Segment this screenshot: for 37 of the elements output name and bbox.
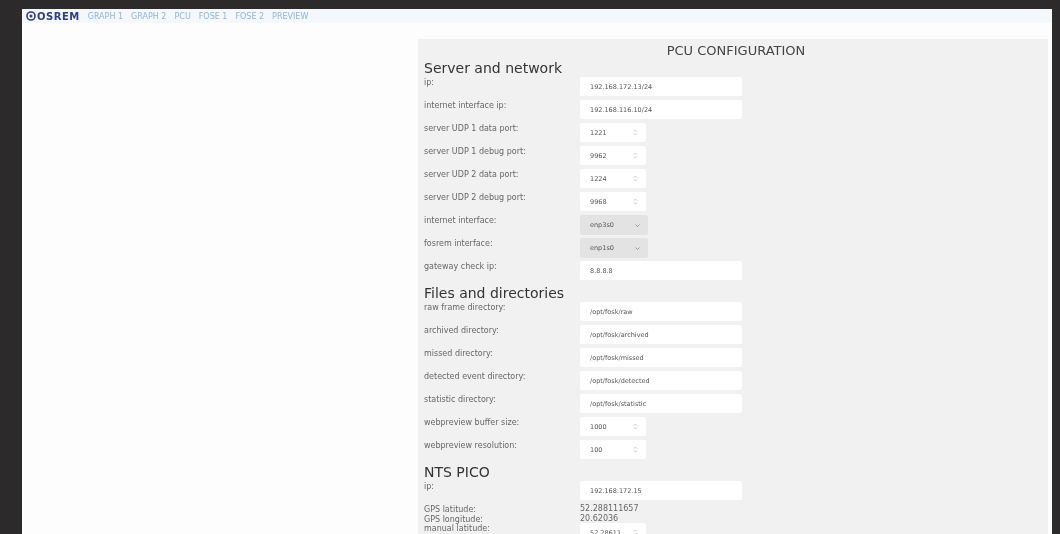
spinner-icon[interactable] bbox=[633, 152, 638, 159]
spinner-icon[interactable] bbox=[633, 198, 638, 205]
logo-icon bbox=[26, 11, 36, 21]
spinner-icon[interactable] bbox=[633, 175, 638, 182]
field-label: server UDP 1 debug port: bbox=[424, 146, 527, 156]
page-title: PCU CONFIGURATION bbox=[665, 42, 807, 59]
field-label: GPS latitude: bbox=[424, 504, 478, 514]
section-heading: NTS PICO bbox=[424, 463, 491, 481]
section-heading: Files and directories bbox=[424, 284, 566, 302]
field-label: webpreview buffer size: bbox=[424, 417, 521, 427]
caret-icon bbox=[635, 223, 640, 227]
section-heading: Server and network bbox=[424, 59, 563, 77]
field-label: webpreview resolution: bbox=[424, 440, 519, 450]
field-label: internet interface: bbox=[424, 215, 498, 225]
field-label: archived directory: bbox=[424, 325, 500, 335]
field-label: fosrem interface: bbox=[424, 238, 494, 248]
field-label: manual latitude: bbox=[424, 523, 491, 533]
caret-icon bbox=[635, 246, 640, 250]
spinner-icon[interactable] bbox=[633, 423, 638, 430]
spinner-icon[interactable] bbox=[633, 129, 638, 136]
field-label: server UDP 1 data port: bbox=[424, 123, 520, 133]
field-label: gateway check ip: bbox=[424, 261, 498, 271]
field-label: server UDP 2 data port: bbox=[424, 169, 520, 179]
field-label: statistic directory: bbox=[424, 394, 497, 404]
field-label: GPS longitude: bbox=[424, 513, 484, 524]
field-label: server UDP 2 debug port: bbox=[424, 192, 527, 202]
field-label: ip: bbox=[424, 481, 435, 491]
field-value: 20.62036 bbox=[580, 513, 620, 523]
field-label: detected event directory: bbox=[424, 371, 527, 381]
spinner-icon[interactable] bbox=[633, 529, 638, 534]
field-value: 52.288111657 bbox=[580, 504, 640, 513]
field-label: raw frame directory: bbox=[424, 302, 507, 312]
field-label: ip: bbox=[424, 77, 435, 87]
field-label: internet interface ip: bbox=[424, 100, 508, 110]
field-label: missed directory: bbox=[424, 348, 494, 358]
spinner-icon[interactable] bbox=[633, 446, 638, 453]
logo-text: OSREM bbox=[37, 10, 80, 22]
